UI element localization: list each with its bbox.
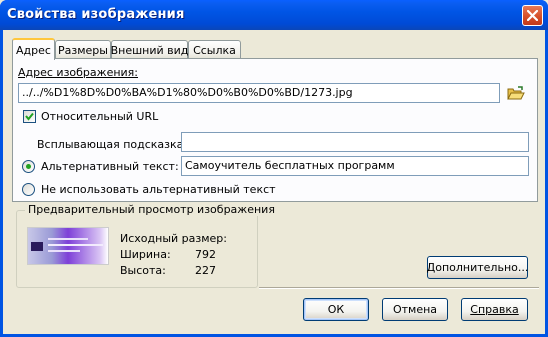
ok-button-label: ОК xyxy=(327,303,345,316)
tab-panel: Адрес изображения: ../../%D1%8D%D0%BA%D1… xyxy=(12,58,538,202)
folder-open-icon xyxy=(507,85,525,99)
alt-text-label: Альтернативный текст: xyxy=(41,160,179,173)
advanced-button[interactable]: Дополнительно... xyxy=(427,256,528,279)
no-alt-text-radio[interactable] xyxy=(22,183,35,196)
checkmark-icon xyxy=(25,112,34,121)
close-button[interactable] xyxy=(522,5,543,26)
dialog-window: Свойства изображения Адрес Размеры Внешн… xyxy=(0,0,548,337)
preview-group: Предварительный просмотр изображения Исх… xyxy=(16,203,278,288)
width-value: 792 xyxy=(195,248,216,261)
tab-label: Размеры xyxy=(58,43,108,57)
window-title: Свойства изображения xyxy=(7,7,185,22)
tab-label: Адрес xyxy=(16,43,51,57)
preview-image-icon xyxy=(31,238,103,252)
relative-url-label: Относительный URL xyxy=(41,110,159,123)
width-label: Ширина: xyxy=(120,248,171,261)
tab-label: Ссылка xyxy=(193,43,236,57)
address-input[interactable]: ../../%D1%8D%D0%BA%D1%80%D0%B0%D0%BD/127… xyxy=(18,83,500,103)
tab-label: Внешний вид xyxy=(110,43,189,57)
tooltip-label: Всплывающая подсказка: xyxy=(37,138,188,151)
alt-text-radio[interactable] xyxy=(22,160,35,173)
original-size-label: Исходный размер: xyxy=(120,232,227,245)
alt-text-input[interactable]: Самоучитель бесплатных программ xyxy=(181,156,529,176)
tab-link[interactable]: Ссылка xyxy=(188,40,241,59)
tooltip-input[interactable] xyxy=(181,132,529,152)
address-label: Адрес изображения: xyxy=(18,66,139,79)
ok-button[interactable]: ОК xyxy=(303,298,369,321)
tab-appearance[interactable]: Внешний вид xyxy=(111,40,188,59)
close-icon xyxy=(527,10,538,21)
help-button[interactable]: Справка xyxy=(461,298,528,321)
height-label: Высота: xyxy=(120,264,166,277)
advanced-button-label: Дополнительно... xyxy=(426,261,529,274)
browse-button[interactable] xyxy=(505,83,527,103)
cancel-button-label: Отмена xyxy=(392,303,438,316)
preview-group-title: Предварительный просмотр изображения xyxy=(25,203,278,216)
dialog-client: Адрес Размеры Внешний вид Ссылка Адрес и… xyxy=(3,30,545,334)
button-separator xyxy=(259,287,539,289)
tab-size[interactable]: Размеры xyxy=(55,40,111,59)
radio-selected-dot xyxy=(26,164,31,169)
height-value: 227 xyxy=(195,264,216,277)
cancel-button[interactable]: Отмена xyxy=(382,298,448,321)
no-alt-text-label: Не использовать альтернативный текст xyxy=(41,183,276,196)
relative-url-checkbox[interactable] xyxy=(23,110,36,123)
tab-address[interactable]: Адрес xyxy=(12,38,55,60)
help-button-label: Справка xyxy=(470,303,519,316)
title-bar[interactable]: Свойства изображения xyxy=(0,0,548,30)
image-preview xyxy=(27,227,109,265)
